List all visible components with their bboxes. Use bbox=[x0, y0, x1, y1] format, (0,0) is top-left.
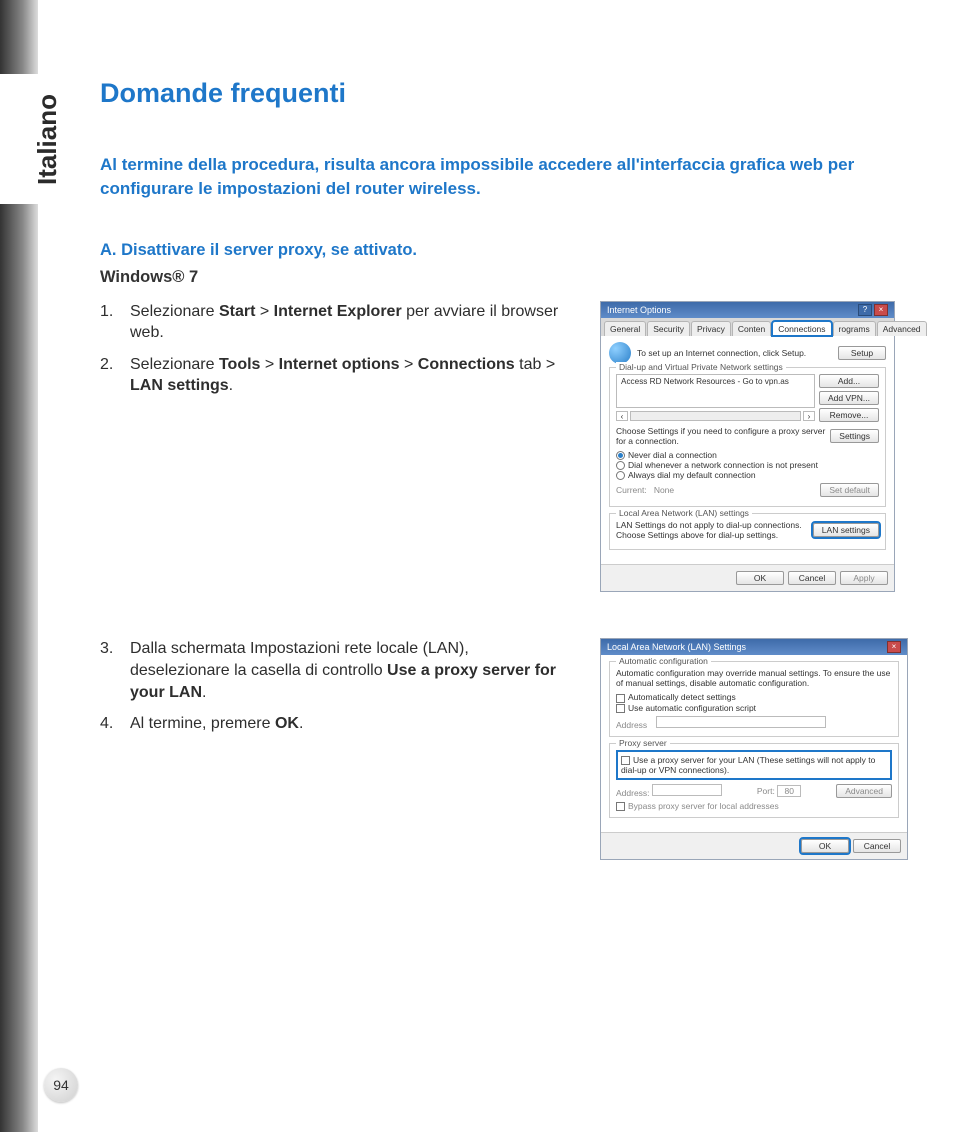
proxy-highlight: Use a proxy server for your LAN (These s… bbox=[616, 750, 892, 780]
setup-button[interactable]: Setup bbox=[838, 346, 886, 360]
set-default-button: Set default bbox=[820, 483, 879, 497]
radio-never[interactable]: Never dial a connection bbox=[616, 450, 879, 460]
dialog-titlebar: Local Area Network (LAN) Settings × bbox=[601, 639, 907, 655]
step-list-1: Selezionare Start > Internet Explorer pe… bbox=[100, 301, 570, 397]
close-icon[interactable]: × bbox=[887, 641, 901, 653]
current-value: None bbox=[654, 485, 674, 495]
setup-text: To set up an Internet connection, click … bbox=[637, 348, 806, 358]
proxy-legend: Proxy server bbox=[616, 738, 670, 748]
language-label: Italiano bbox=[32, 93, 63, 184]
lan-settings-dialog: Local Area Network (LAN) Settings × Auto… bbox=[600, 638, 908, 860]
step-4: Al termine, premere OK. bbox=[100, 713, 570, 735]
cancel-button[interactable]: Cancel bbox=[788, 571, 836, 585]
checkbox-icon bbox=[616, 704, 625, 713]
page-number: 94 bbox=[44, 1068, 78, 1102]
auto-config-text: Automatic configuration may override man… bbox=[616, 668, 892, 688]
page-title: Domande frequenti bbox=[100, 78, 910, 109]
ok-button[interactable]: OK bbox=[801, 839, 849, 853]
scroll-right-icon[interactable]: › bbox=[803, 411, 815, 421]
bypass-checkbox: Bypass proxy server for local addresses bbox=[616, 801, 892, 811]
lan-settings-button[interactable]: LAN settings bbox=[813, 523, 879, 537]
step-list-2: Dalla schermata Impostazioni rete locale… bbox=[100, 638, 570, 734]
advanced-button: Advanced bbox=[836, 784, 892, 798]
proxy-address-label: Address: bbox=[616, 788, 650, 798]
checkbox-icon bbox=[621, 756, 630, 765]
add-vpn-button[interactable]: Add VPN... bbox=[819, 391, 879, 405]
vpn-fieldset: Dial-up and Virtual Private Network sett… bbox=[609, 367, 886, 508]
radio-icon bbox=[616, 451, 625, 460]
tab-connections[interactable]: Connections bbox=[772, 321, 831, 336]
lan-fieldset: Local Area Network (LAN) settings LAN Se… bbox=[609, 513, 886, 550]
address-input bbox=[656, 716, 826, 728]
scroll-left-icon[interactable]: ‹ bbox=[616, 411, 628, 421]
scroll-track[interactable] bbox=[630, 411, 801, 421]
language-tab: Italiano bbox=[0, 74, 95, 204]
dialog-title: Local Area Network (LAN) Settings bbox=[607, 642, 746, 652]
radio-icon bbox=[616, 461, 625, 470]
close-icon[interactable]: × bbox=[874, 304, 888, 316]
tab-general[interactable]: General bbox=[604, 321, 646, 336]
lan-text: LAN Settings do not apply to dial-up con… bbox=[616, 520, 809, 540]
tab-content[interactable]: Conten bbox=[732, 321, 771, 336]
ok-button[interactable]: OK bbox=[736, 571, 784, 585]
apply-button: Apply bbox=[840, 571, 888, 585]
choose-text: Choose Settings if you need to configure… bbox=[616, 426, 826, 446]
checkbox-icon bbox=[616, 802, 625, 811]
step-2: Selezionare Tools > Internet options > C… bbox=[100, 354, 570, 397]
tab-strip: General Security Privacy Conten Connecti… bbox=[601, 318, 894, 336]
checkbox-icon bbox=[616, 694, 625, 703]
radio-always[interactable]: Always dial my default connection bbox=[616, 470, 879, 480]
lan-legend: Local Area Network (LAN) settings bbox=[616, 508, 752, 518]
globe-icon bbox=[609, 342, 631, 364]
auto-script-checkbox[interactable]: Use automatic configuration script bbox=[616, 703, 892, 713]
use-proxy-checkbox[interactable]: Use a proxy server for your LAN (These s… bbox=[621, 755, 887, 775]
vpn-legend: Dial-up and Virtual Private Network sett… bbox=[616, 362, 786, 372]
main-content: Domande frequenti Al termine della proce… bbox=[100, 78, 910, 906]
tab-programs[interactable]: rograms bbox=[833, 321, 876, 336]
vpn-item: Access RD Network Resources - Go to vpn.… bbox=[621, 377, 789, 386]
vpn-listbox[interactable]: Access RD Network Resources - Go to vpn.… bbox=[616, 374, 815, 408]
current-label: Current: bbox=[616, 485, 647, 495]
step-3: Dalla schermata Impostazioni rete locale… bbox=[100, 638, 570, 703]
help-icon[interactable]: ? bbox=[858, 304, 872, 316]
proxy-fieldset: Proxy server Use a proxy server for your… bbox=[609, 743, 899, 819]
tab-advanced[interactable]: Advanced bbox=[877, 321, 927, 336]
auto-detect-checkbox[interactable]: Automatically detect settings bbox=[616, 692, 892, 702]
proxy-port-input: 80 bbox=[777, 785, 801, 797]
dialog-title: Internet Options bbox=[607, 305, 671, 315]
add-button[interactable]: Add... bbox=[819, 374, 879, 388]
section-a-label: A. Disattivare il server proxy, se attiv… bbox=[100, 241, 910, 260]
cancel-button[interactable]: Cancel bbox=[853, 839, 901, 853]
address-label: Address bbox=[616, 720, 647, 730]
dialog-titlebar: Internet Options ? × bbox=[601, 302, 894, 318]
tab-privacy[interactable]: Privacy bbox=[691, 321, 731, 336]
tab-security[interactable]: Security bbox=[647, 321, 690, 336]
proxy-address-input bbox=[652, 784, 722, 796]
os-label: Windows® 7 bbox=[100, 268, 910, 287]
auto-config-legend: Automatic configuration bbox=[616, 656, 711, 666]
proxy-port-label: Port: bbox=[757, 786, 775, 796]
internet-options-dialog: Internet Options ? × General Security Pr… bbox=[600, 301, 895, 593]
remove-button[interactable]: Remove... bbox=[819, 408, 879, 422]
auto-config-fieldset: Automatic configuration Automatic config… bbox=[609, 661, 899, 737]
settings-button[interactable]: Settings bbox=[830, 429, 879, 443]
radio-icon bbox=[616, 471, 625, 480]
radio-dial-when[interactable]: Dial whenever a network connection is no… bbox=[616, 460, 879, 470]
step-1: Selezionare Start > Internet Explorer pe… bbox=[100, 301, 570, 344]
intro-text: Al termine della procedura, risulta anco… bbox=[100, 153, 910, 201]
